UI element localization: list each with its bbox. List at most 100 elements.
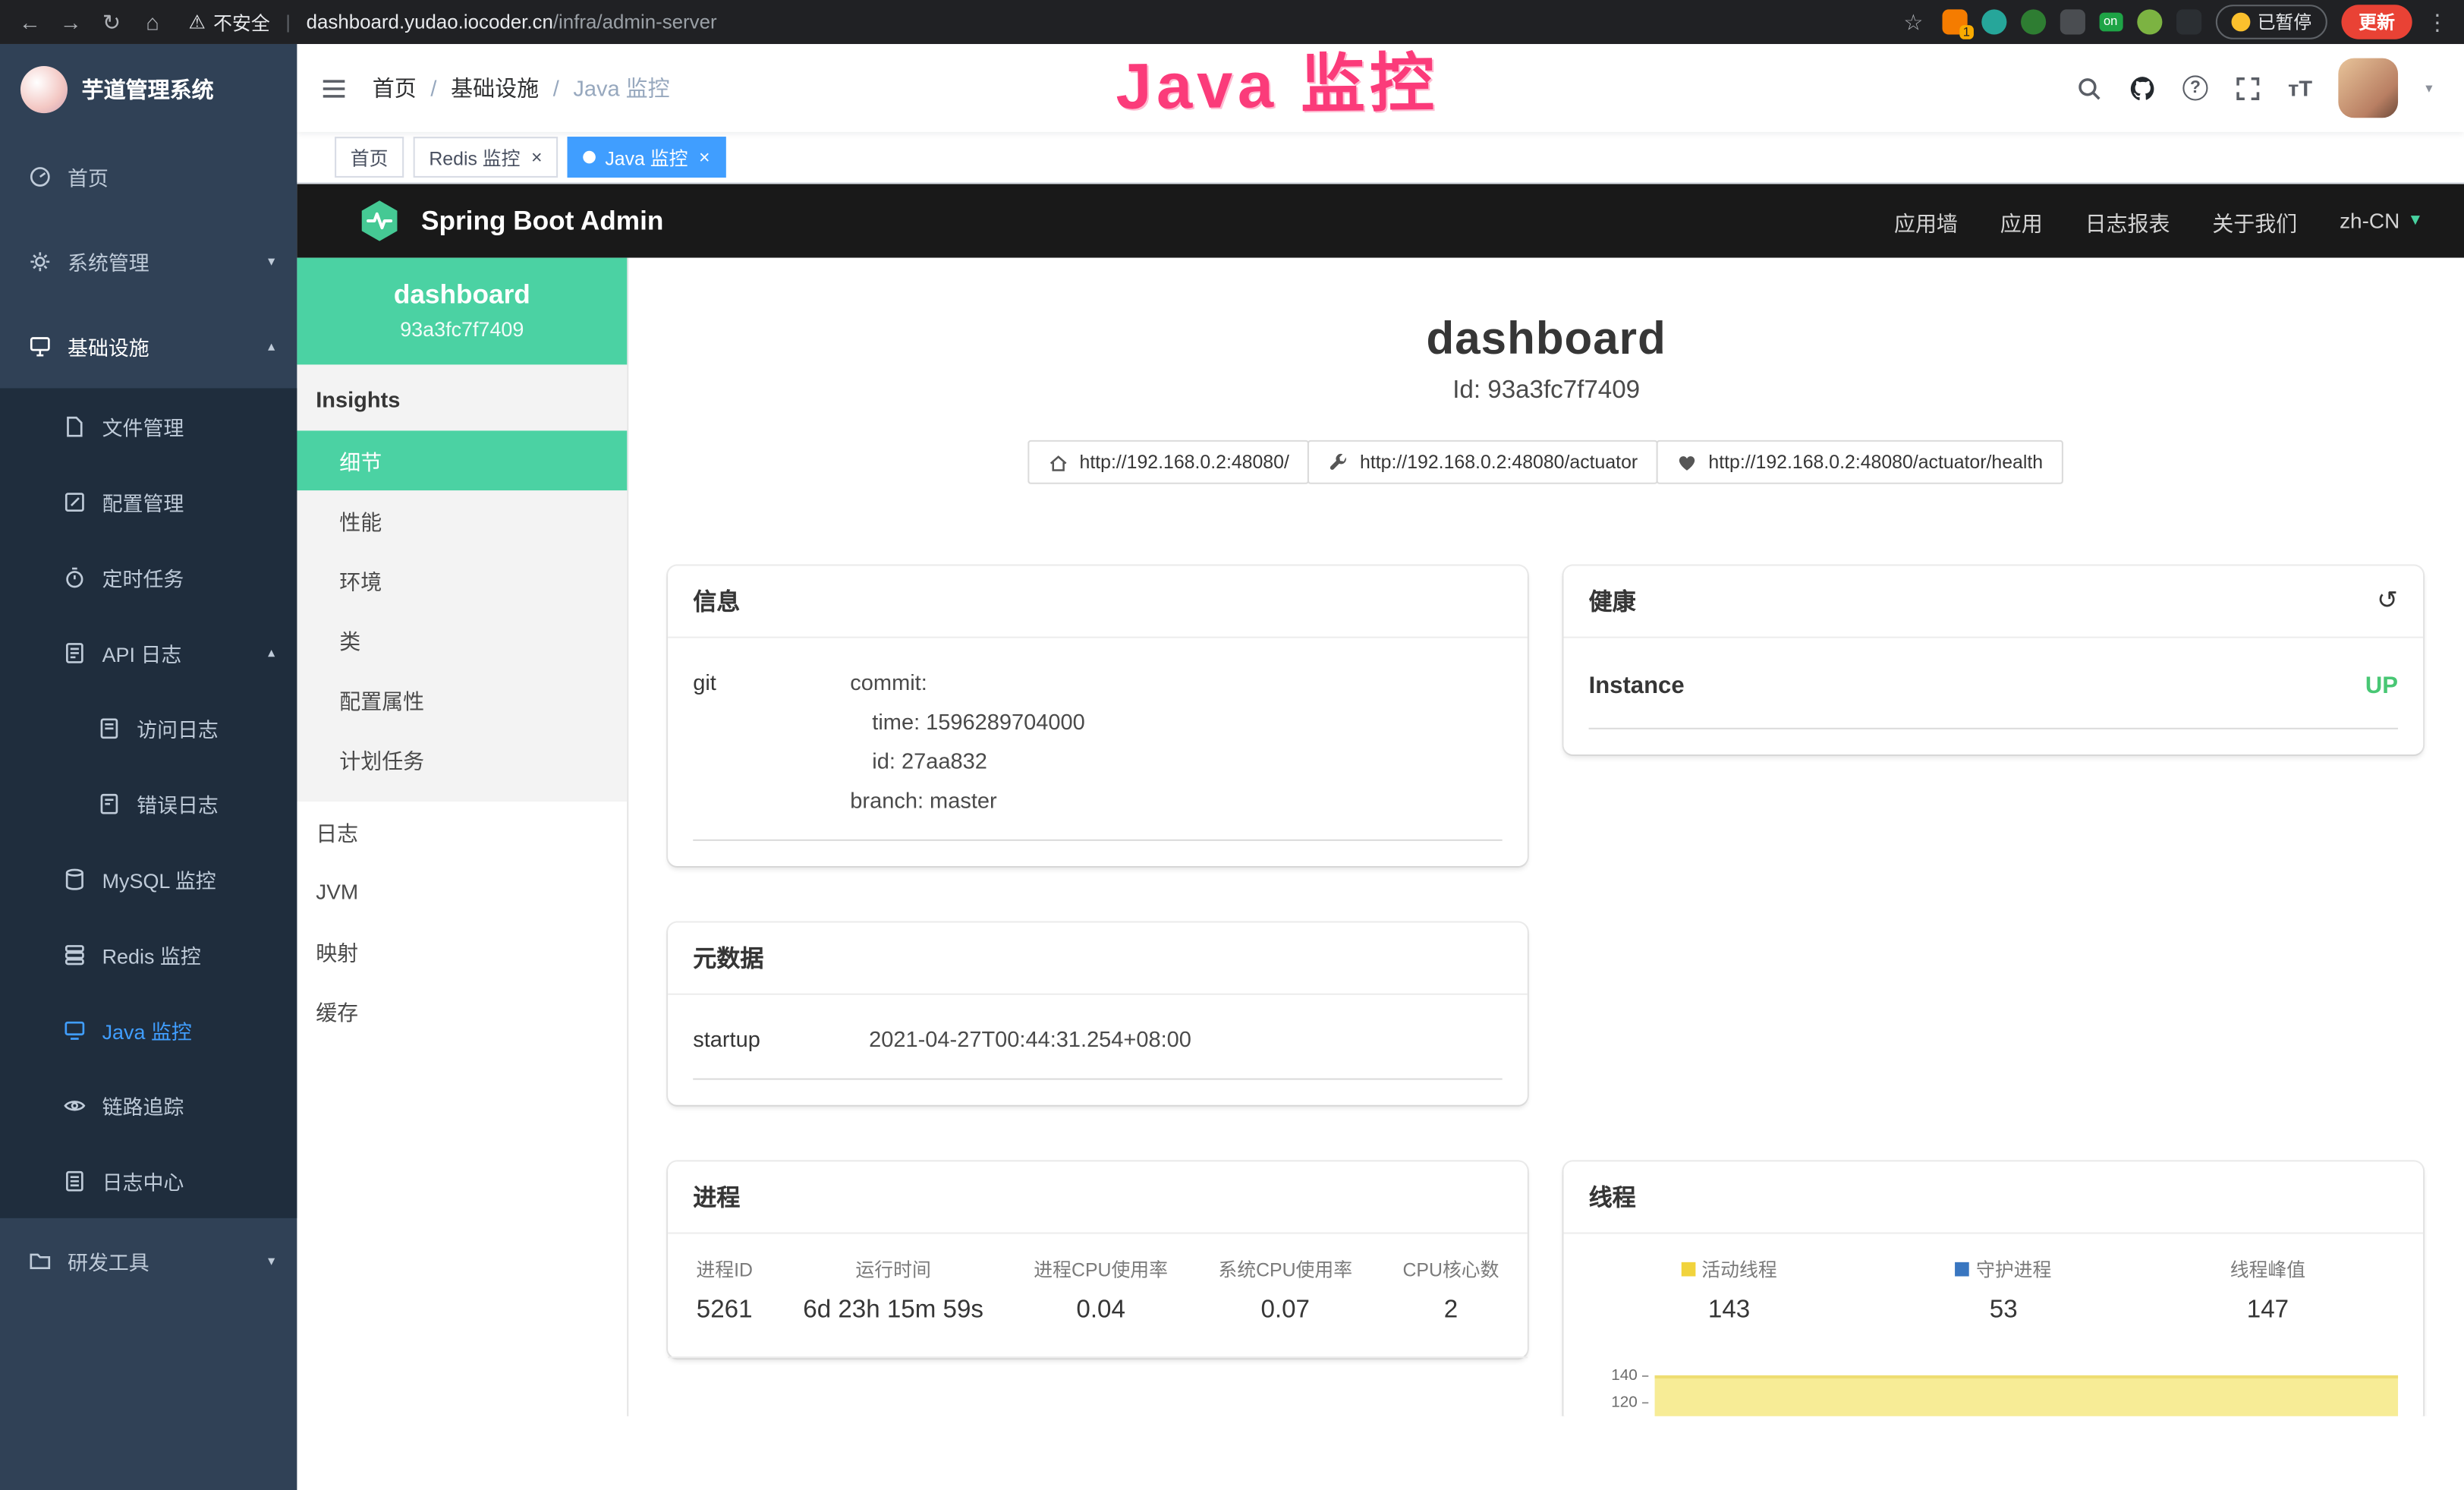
- service-url-link[interactable]: http://192.168.0.2:48080/: [1027, 440, 1310, 484]
- folder-icon: [28, 1249, 52, 1272]
- fullscreen-icon[interactable]: [2235, 74, 2261, 101]
- health-url-link[interactable]: http://192.168.0.2:48080/actuator/health: [1657, 440, 2063, 484]
- sba-item-loggers[interactable]: 日志: [297, 802, 627, 862]
- sba-nav-journal[interactable]: 日志报表: [2085, 205, 2170, 236]
- chevron-down-icon: ▾: [268, 252, 275, 269]
- extension-grid-icon[interactable]: [2060, 9, 2085, 34]
- sba-item-mappings[interactable]: 映射: [297, 921, 627, 981]
- address-bar[interactable]: dashboard.yudao.iocoder.cn/infra/admin-s…: [307, 11, 717, 33]
- history-icon[interactable]: ↺: [2377, 589, 2398, 614]
- legend-daemon-threads: 守护进程 53: [1956, 1256, 2051, 1325]
- sidebar-item-file-management[interactable]: 文件管理: [0, 388, 297, 463]
- sba-header: Spring Boot Admin 应用墙 应用 日志报表 关于我们 zh-CN…: [297, 184, 2464, 257]
- github-icon[interactable]: [2129, 74, 2156, 101]
- health-instance-label: Instance: [1589, 673, 1685, 699]
- sba-main: dashboard Id: 93a3fc7f7409 http://192.16…: [628, 258, 2464, 1416]
- forward-icon[interactable]: →: [57, 11, 85, 33]
- extension-green-icon[interactable]: [2020, 9, 2045, 34]
- app-sidebar: 芋道管理系统 首页 系统管理 ▾ 基础设施 ▴ 文件管理 配置管理: [0, 44, 297, 1490]
- sidebar-item-scheduled-jobs[interactable]: 定时任务: [0, 539, 297, 614]
- card-title: 元数据: [693, 941, 763, 974]
- sba-brand[interactable]: Spring Boot Admin: [357, 198, 663, 244]
- close-icon[interactable]: ×: [699, 148, 710, 167]
- sidebar-item-api-log[interactable]: API 日志 ▴: [0, 615, 297, 690]
- sidebar-item-home[interactable]: 首页: [0, 134, 297, 219]
- extension-fox-icon[interactable]: 1: [1942, 9, 1967, 34]
- sidebar-item-trace[interactable]: 链路追踪: [0, 1067, 297, 1142]
- sba-nav-wallboard[interactable]: 应用墙: [1894, 205, 1958, 236]
- sidebar-item-java-monitor[interactable]: Java 监控: [0, 992, 297, 1067]
- main-column: 首页 / 基础设施 / Java 监控 ? тT ▾ 首页 Redi: [297, 44, 2464, 1490]
- legend-active-threads: 活动线程 143: [1681, 1256, 1776, 1325]
- sidebar-item-log-center[interactable]: 日志中心: [0, 1142, 297, 1218]
- sidebar-item-mysql-monitor[interactable]: MySQL 监控: [0, 841, 297, 916]
- screen: ← → ↻ ⌂ ⚠ 不安全 | dashboard.yudao.iocoder.…: [0, 0, 2464, 1490]
- tab-java-monitor[interactable]: Java 监控 ×: [568, 137, 726, 178]
- tab-redis-monitor[interactable]: Redis 监控 ×: [414, 137, 559, 178]
- breadcrumb-infrastructure[interactable]: 基础设施: [451, 72, 539, 103]
- file-icon: [63, 414, 87, 438]
- sidebar-item-system[interactable]: 系统管理 ▾: [0, 219, 297, 304]
- user-avatar[interactable]: [2339, 58, 2399, 118]
- info-value: commit: time: 1596289704000 id: 27aa832 …: [850, 663, 1084, 821]
- search-icon[interactable]: [2076, 74, 2103, 101]
- tab-home[interactable]: 首页: [335, 137, 404, 178]
- metadata-value: 2021-04-27T00:44:31.254+08:00: [869, 1020, 1191, 1060]
- sba-nav-about[interactable]: 关于我们: [2212, 205, 2297, 236]
- sidebar-item-redis-monitor[interactable]: Redis 监控: [0, 916, 297, 991]
- chrome-update-button[interactable]: 更新: [2341, 5, 2412, 39]
- sidebar-item-error-log[interactable]: 错误日志: [0, 765, 297, 840]
- threads-chart: 140 120 100: [1579, 1369, 2401, 1416]
- breadcrumb-home[interactable]: 首页: [373, 72, 417, 103]
- home-icon[interactable]: ⌂: [138, 11, 166, 33]
- close-icon[interactable]: ×: [531, 148, 543, 167]
- app-logo[interactable]: 芋道管理系统: [0, 44, 297, 134]
- metadata-card: 元数据 startup 2021-04-27T00:44:31.254+08:0…: [668, 923, 1528, 1105]
- card-title: 进程: [693, 1180, 740, 1213]
- browser-menu-icon[interactable]: ⋮: [2426, 8, 2448, 35]
- info-card: 信息 git commit: time: 1596289704000 id: 2…: [668, 565, 1528, 866]
- extension-on-badge[interactable]: on: [2099, 13, 2123, 32]
- actuator-url-link[interactable]: http://192.168.0.2:48080/actuator: [1308, 440, 1658, 484]
- health-row[interactable]: Instance UP: [1589, 663, 2398, 729]
- sba-item-metrics[interactable]: 性能: [297, 490, 627, 550]
- instance-links: http://192.168.0.2:48080/ http://192.168…: [628, 440, 2464, 484]
- infrastructure-submenu: 文件管理 配置管理 定时任务 API 日志 ▴ 访问日志 错误日志: [0, 388, 297, 1218]
- edit-square-icon: [63, 490, 87, 513]
- warning-icon: ⚠: [188, 11, 205, 33]
- access-log-icon: [97, 716, 121, 739]
- avatar-caret-icon[interactable]: ▾: [2425, 80, 2432, 97]
- sidebar-item-config-management[interactable]: 配置管理: [0, 464, 297, 539]
- extension-leaf-icon[interactable]: [2136, 9, 2161, 34]
- security-indicator[interactable]: ⚠ 不安全: [188, 8, 269, 35]
- sba-item-scheduled-tasks[interactable]: 计划任务: [297, 729, 627, 789]
- sidebar-item-access-log[interactable]: 访问日志: [0, 690, 297, 765]
- legend-peak-threads: 线程峰值 147: [2230, 1256, 2305, 1325]
- reload-icon[interactable]: ↻: [97, 11, 125, 33]
- font-size-icon[interactable]: тT: [2288, 75, 2312, 100]
- chevron-up-icon: ▴: [268, 337, 275, 354]
- sba-item-environment[interactable]: 环境: [297, 550, 627, 610]
- hamburger-icon[interactable]: [320, 74, 347, 101]
- sba-item-caches[interactable]: 缓存: [297, 981, 627, 1041]
- stack-icon: [63, 942, 87, 966]
- sba-item-config-props[interactable]: 配置属性: [297, 669, 627, 729]
- sidebar-item-infrastructure[interactable]: 基础设施 ▴: [0, 304, 297, 389]
- monitor-icon: [28, 334, 52, 358]
- paused-pill[interactable]: 已暂停: [2215, 5, 2327, 39]
- sidebar-item-dev-tools[interactable]: 研发工具 ▾: [0, 1218, 297, 1303]
- sba-item-details[interactable]: 细节: [297, 430, 627, 490]
- extension-drop-icon[interactable]: [1981, 9, 2006, 34]
- bookmark-star-icon[interactable]: ☆: [1899, 11, 1927, 33]
- sba-item-classes[interactable]: 类: [297, 610, 627, 669]
- extension-puzzle-icon[interactable]: [2176, 9, 2201, 34]
- tabs-bar: 首页 Redis 监控 × Java 监控 ×: [297, 132, 2464, 184]
- active-threads-area: [1655, 1375, 2398, 1416]
- sba-nav-applications[interactable]: 应用: [2000, 205, 2043, 236]
- sba-locale-select[interactable]: zh-CN ▼: [2340, 209, 2423, 232]
- sba-item-jvm[interactable]: JVM: [297, 862, 627, 921]
- metadata-row: startup 2021-04-27T00:44:31.254+08:00: [693, 1020, 1502, 1080]
- back-icon[interactable]: ←: [16, 11, 44, 33]
- page-title: dashboard: [628, 314, 2464, 366]
- help-icon[interactable]: ?: [2182, 75, 2208, 100]
